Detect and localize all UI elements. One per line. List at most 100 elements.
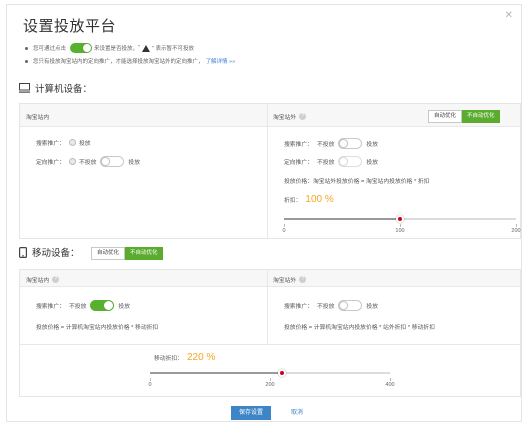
toggle-on-label: 投放 [366,160,379,166]
inside-targeted-toggle[interactable] [100,156,125,167]
toggle-off-label: 不投放 [317,304,335,310]
mobile-inside-search-row: 搜索推广： 不投放 投放 [36,300,130,311]
outside-targeted-toggle[interactable] [338,156,363,167]
sample-toggle-icon [70,43,93,53]
toggle-on-label: 投放 [118,304,131,310]
mobile-outside-search-toggle[interactable] [338,300,363,311]
mobile-inside-search-toggle[interactable] [90,300,115,311]
toggle-off-label: 不投放 [69,304,87,310]
bullet-icon [25,46,28,50]
bullet-icon [25,59,28,63]
mobile-outside-search-row: 搜索推广： 不投放 投放 [284,300,378,311]
outside-search-row: 搜索推广： 不投放 投放 [284,138,378,149]
dialog-title: 设置投放平台 [23,18,117,35]
outside-search-toggle[interactable] [338,138,363,149]
inside-search-row: 搜索推广： 投放 [36,138,91,147]
computer-section-heading: 计算机设备： [19,81,92,95]
mobile-phone-icon [19,246,27,258]
slider-tick [390,378,391,381]
tip-text: 您只有投放淘宝站内的定向推广，才能选择投放淘宝站外的定向推广， [33,59,204,65]
no-auto-optimize-button[interactable]: 不自动优化 [125,247,163,260]
row-label: 搜索推广： [284,304,313,310]
computer-optimize-toggle: 自动优化 不自动优化 [428,110,500,123]
auto-optimize-button[interactable]: 自动优化 [428,110,463,123]
mobile-section-heading: 移动设备： [19,245,80,259]
column-title-text: 淘宝站内 [26,278,50,284]
cancel-button[interactable]: 取消 [291,406,303,420]
inside-column-title: 淘宝站内 [26,112,49,121]
row-divider [20,344,520,345]
row-label: 定向推广： [284,160,313,166]
mobile-discount-slider[interactable]: 0 200 400 [148,369,395,391]
slider-tick-label: 100 [395,228,405,234]
row-value: 投放 [79,141,91,147]
slider-tick-label: 400 [385,382,395,388]
slider-tick [270,378,271,381]
slider-tick-label: 200 [511,228,521,234]
no-auto-optimize-button[interactable]: 不自动优化 [462,110,500,123]
row-label: 定向推广： [36,160,65,166]
slider-tick [284,224,285,227]
learn-more-link[interactable]: 了解详情 »» [206,57,236,65]
slider-tick-label: 0 [282,228,286,234]
toggle-on-label: 投放 [366,304,379,310]
outside-price-formula: 投放价格：淘宝站外投放价格 = 淘宝站内投放价格 * 折扣 [284,176,429,185]
help-icon[interactable]: ? [52,276,60,283]
discount-label: 折扣： [284,198,302,204]
slider-fill [150,372,282,374]
mobile-inside-price-formula: 投放价格 = 计算机淘宝站内投放价格 * 移动折扣 [36,322,158,331]
formula-text: 投放价格 = 计算机淘宝站内投放价格 * 移动折扣 [36,325,159,331]
help-icon[interactable]: ? [299,276,307,283]
computer-settings-panel: 淘宝站内 淘宝站外 ? 自动优化 不自动优化 搜索推广： 投放 定向推广： 不投… [19,103,521,239]
tip-text: 您可通过点击 [33,46,67,52]
column-divider [267,104,268,238]
slider-tick [150,378,151,381]
tip-text: 来设置是否投放， [94,46,139,52]
outside-discount-slider[interactable]: 0 100 200 [282,215,521,237]
discount-value: 220 % [187,352,216,363]
column-title-text: 淘宝站外 [273,115,297,121]
column-divider [267,270,268,344]
panel-header [20,270,520,287]
tip-toggle-usage: 您可通过点击 来设置是否投放， " " 表示暂不可投放 [25,43,194,53]
slider-tick-label: 0 [148,382,152,388]
slider-thumb[interactable] [396,215,404,223]
toggle-off-label: 不投放 [79,160,97,166]
tip-text: " [138,45,140,51]
toggle-off-label: 不投放 [317,160,335,166]
mobile-optimize-toggle: 自动优化 不自动优化 [91,247,163,260]
column-title-text: 淘宝站内 [26,115,50,121]
search-radio[interactable] [69,139,76,146]
mobile-discount: 移动折扣： 220 % [154,352,215,363]
platform-settings-dialog: 设置投放平台 ✕ 您可通过点击 来设置是否投放， " " 表示暂不可投放 您只有… [6,4,522,422]
formula-text: 投放价格 = 计算机淘宝站内投放价格 * 站外折扣 * 移动折扣 [284,325,435,331]
row-label: 搜索推广： [36,141,65,147]
row-label: 搜索推广： [284,142,313,148]
tip-outside-requirement: 您只有投放淘宝站内的定向推广，才能选择投放淘宝站外的定向推广， 了解详情 »» [25,57,235,65]
section-title: 移动设备： [32,248,80,259]
monitor-icon [19,83,30,93]
auto-optimize-button[interactable]: 自动优化 [91,247,126,260]
mobile-outside-price-formula: 投放价格 = 计算机淘宝站内投放价格 * 站外折扣 * 移动折扣 [284,322,435,331]
mobile-settings-panel: 淘宝站内 ? 淘宝站外 ? 搜索推广： 不投放 投放 投放价格 = 计算机淘宝站… [19,269,521,397]
outside-targeted-row: 定向推广： 不投放 投放 [284,156,378,167]
discount-value: 100 % [305,194,334,205]
inside-column-title: 淘宝站内 ? [26,275,60,284]
toggle-on-label: 投放 [366,142,379,148]
discount-label: 移动折扣： [154,356,183,362]
slider-tick [400,224,401,227]
outside-column-title: 淘宝站外 ? [273,275,307,284]
inside-targeted-row: 定向推广： 不投放 投放 [36,156,140,167]
targeted-radio[interactable] [69,158,76,165]
save-settings-button[interactable]: 保存设置 [231,406,272,420]
toggle-off-label: 不投放 [317,142,335,148]
slider-thumb[interactable] [278,369,286,377]
column-title-text: 淘宝站外 [273,278,297,284]
outside-column-title: 淘宝站外 ? [273,112,307,121]
tip-text: " 表示暂不可投放 [151,46,194,52]
warning-icon [141,44,150,52]
slider-tick [516,224,517,227]
close-icon[interactable]: ✕ [505,11,513,21]
row-label: 搜索推广： [36,304,65,310]
help-icon[interactable]: ? [299,113,307,120]
